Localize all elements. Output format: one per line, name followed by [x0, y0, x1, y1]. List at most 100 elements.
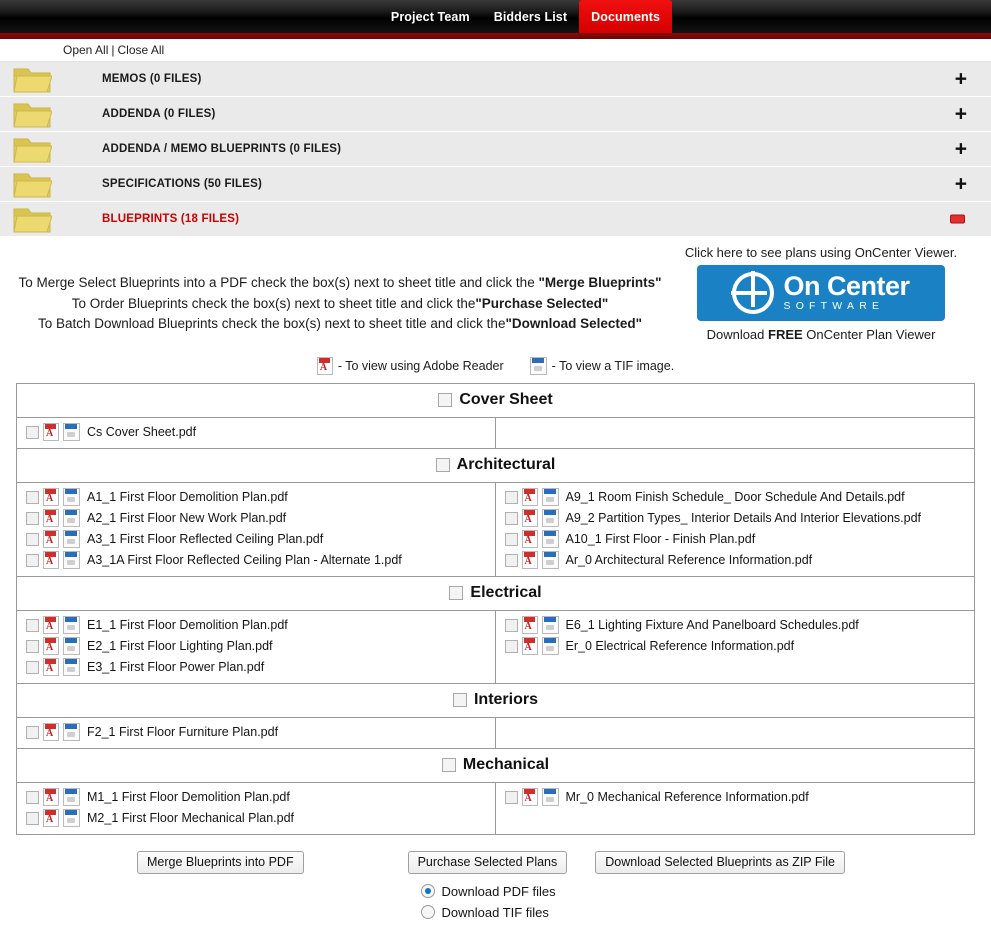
file-name-link[interactable]: E6_1 Lighting Fixture And Panelboard Sch… [566, 618, 859, 632]
section-select-all-checkbox[interactable] [449, 586, 464, 601]
folder-row[interactable]: ADDENDA / MEMO BLUEPRINTS (0 FILES) + [0, 132, 991, 167]
download-format-option[interactable]: Download TIF files [420, 905, 571, 920]
oncenter-download-link[interactable]: Download FREE OnCenter Plan Viewer [671, 327, 971, 342]
file-select-checkbox[interactable] [504, 532, 518, 546]
pdf-icon[interactable] [43, 809, 59, 828]
file-select-checkbox[interactable] [26, 725, 39, 739]
nav-tab-documents[interactable]: Documents [579, 0, 673, 33]
tif-icon[interactable] [63, 616, 80, 635]
file-select-checkbox[interactable] [26, 425, 39, 439]
folder-expand-plus-icon[interactable]: + [955, 174, 967, 195]
file-select-checkbox[interactable] [504, 553, 518, 567]
file-name-link[interactable]: A3_1A First Floor Reflected Ceiling Plan… [87, 553, 402, 567]
file-select-checkbox[interactable] [26, 553, 39, 567]
file-select-checkbox[interactable] [26, 811, 39, 825]
open-all-link[interactable]: Open All [63, 43, 108, 57]
file-name-link[interactable]: Er_0 Electrical Reference Information.pd… [566, 639, 795, 653]
tif-icon[interactable] [63, 551, 80, 570]
file-name-link[interactable]: Cs Cover Sheet.pdf [87, 425, 196, 439]
tif-icon[interactable] [63, 658, 80, 677]
merge-blueprints-button[interactable]: Merge Blueprints into PDF [137, 850, 304, 874]
pdf-icon[interactable] [521, 637, 538, 656]
file-name-link[interactable]: A9_1 Room Finish Schedule_ Door Schedule… [566, 490, 905, 504]
download-zip-button[interactable]: Download Selected Blueprints as ZIP File [595, 850, 846, 874]
file-select-checkbox[interactable] [26, 490, 39, 504]
file-select-checkbox[interactable] [504, 618, 518, 632]
file-select-checkbox[interactable] [26, 532, 39, 546]
file-select-checkbox[interactable] [26, 639, 39, 653]
file-select-checkbox[interactable] [504, 490, 518, 504]
pdf-icon[interactable] [521, 551, 538, 570]
pdf-icon[interactable] [43, 723, 59, 742]
file-name-link[interactable]: E1_1 First Floor Demolition Plan.pdf [87, 618, 288, 632]
pdf-icon[interactable] [521, 788, 538, 807]
oncenter-viewer-link[interactable]: Click here to see plans using OnCenter V… [671, 245, 971, 260]
file-name-link[interactable]: A2_1 First Floor New Work Plan.pdf [87, 511, 286, 525]
tif-icon[interactable] [541, 788, 559, 807]
nav-tab-project-team[interactable]: Project Team [379, 0, 482, 33]
close-all-link[interactable]: Close All [118, 43, 165, 57]
pdf-icon[interactable] [43, 616, 59, 635]
folder-row[interactable]: ADDENDA (0 FILES) + [0, 97, 991, 132]
pdf-icon[interactable] [521, 509, 538, 528]
tif-icon[interactable] [541, 488, 559, 507]
file-name-link[interactable]: M1_1 First Floor Demolition Plan.pdf [87, 790, 290, 804]
tif-icon[interactable] [63, 423, 80, 442]
tif-icon[interactable] [63, 723, 80, 742]
tif-icon[interactable] [63, 509, 80, 528]
tif-icon[interactable] [63, 530, 80, 549]
pdf-icon[interactable] [43, 788, 59, 807]
folder-row[interactable]: MEMOS (0 FILES) + [0, 62, 991, 97]
file-name-link[interactable]: F2_1 First Floor Furniture Plan.pdf [87, 725, 278, 739]
file-name-link[interactable]: E3_1 First Floor Power Plan.pdf [87, 660, 264, 674]
pdf-icon[interactable] [43, 530, 59, 549]
file-select-checkbox[interactable] [26, 660, 39, 674]
pdf-icon[interactable] [43, 637, 59, 656]
section-select-all-checkbox[interactable] [441, 758, 456, 773]
radio-button[interactable] [420, 905, 435, 920]
file-select-checkbox[interactable] [504, 511, 518, 525]
pdf-icon[interactable] [43, 509, 59, 528]
pdf-icon[interactable] [43, 488, 59, 507]
pdf-icon[interactable] [43, 658, 59, 677]
file-name-link[interactable]: Ar_0 Architectural Reference Information… [566, 553, 813, 567]
pdf-icon[interactable] [521, 488, 538, 507]
download-format-option[interactable]: Download PDF files [420, 884, 571, 899]
pdf-icon[interactable] [521, 616, 538, 635]
file-name-link[interactable]: A1_1 First Floor Demolition Plan.pdf [87, 490, 288, 504]
tif-icon[interactable] [63, 637, 80, 656]
purchase-selected-button[interactable]: Purchase Selected Plans [407, 850, 568, 874]
tif-icon[interactable] [63, 488, 80, 507]
file-name-link[interactable]: M2_1 First Floor Mechanical Plan.pdf [87, 811, 294, 825]
pdf-icon[interactable] [521, 530, 538, 549]
file-name-link[interactable]: A10_1 First Floor - Finish Plan.pdf [566, 532, 756, 546]
folder-row[interactable]: SPECIFICATIONS (50 FILES) + [0, 167, 991, 202]
section-select-all-checkbox[interactable] [435, 458, 450, 473]
folder-expand-plus-icon[interactable]: + [955, 69, 967, 90]
file-name-link[interactable]: A3_1 First Floor Reflected Ceiling Plan.… [87, 532, 323, 546]
section-select-all-checkbox[interactable] [438, 393, 453, 408]
pdf-icon[interactable] [43, 423, 59, 442]
folder-expand-plus-icon[interactable]: + [955, 139, 967, 160]
tif-icon[interactable] [541, 509, 559, 528]
folder-expand-plus-icon[interactable]: + [955, 104, 967, 125]
file-name-link[interactable]: A9_2 Partition Types_ Interior Details A… [566, 511, 922, 525]
tif-icon[interactable] [541, 616, 559, 635]
tif-icon[interactable] [63, 788, 80, 807]
tif-icon[interactable] [541, 530, 559, 549]
file-select-checkbox[interactable] [504, 790, 518, 804]
tif-icon[interactable] [541, 551, 559, 570]
pdf-icon[interactable] [43, 551, 59, 570]
file-select-checkbox[interactable] [26, 790, 39, 804]
oncenter-logo-button[interactable]: On Center SOFTWARE [697, 265, 945, 321]
section-select-all-checkbox[interactable] [452, 693, 467, 708]
folder-row[interactable]: BLUEPRINTS (18 FILES) [0, 202, 991, 237]
folder-collapse-minus-icon[interactable] [950, 214, 965, 224]
tif-icon[interactable] [63, 809, 80, 828]
file-select-checkbox[interactable] [26, 511, 39, 525]
file-select-checkbox[interactable] [504, 639, 518, 653]
file-name-link[interactable]: Mr_0 Mechanical Reference Information.pd… [566, 790, 809, 804]
radio-button[interactable] [420, 884, 435, 899]
nav-tab-bidders-list[interactable]: Bidders List [482, 0, 579, 33]
tif-icon[interactable] [541, 637, 559, 656]
